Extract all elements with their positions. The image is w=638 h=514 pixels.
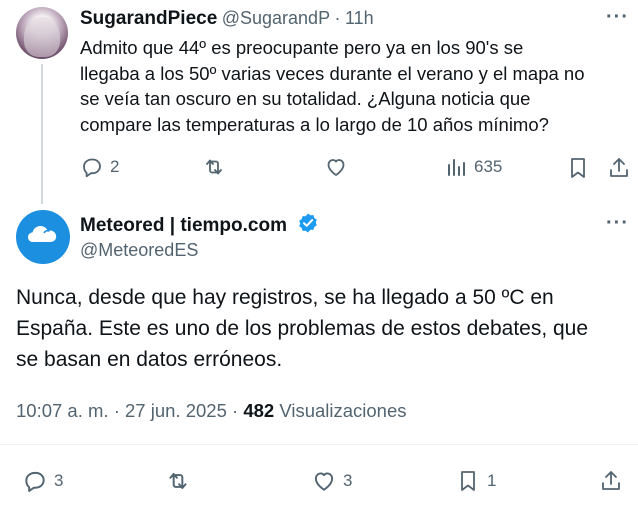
comment-icon (22, 468, 48, 494)
main-author-name[interactable]: Meteored | tiempo.com (80, 215, 287, 236)
reply-author-handle[interactable]: @SugarandP (222, 8, 330, 28)
share-icon (598, 468, 624, 494)
reply-like-button[interactable] (324, 155, 348, 179)
main-reply-count: 3 (54, 471, 64, 490)
reply-separator: · (334, 8, 341, 28)
reply-timestamp[interactable]: 11h (345, 8, 374, 28)
cloud-logo-icon (23, 215, 63, 260)
verified-badge-icon (297, 212, 319, 239)
reply-author-name[interactable]: SugarandPiece (80, 8, 217, 29)
main-retweet-button[interactable] (165, 468, 191, 494)
divider (0, 444, 638, 445)
main-text-line: Nunca, desde que hay registros, se ha ll… (16, 286, 554, 309)
avatar-sugarandpiece[interactable] (16, 7, 68, 59)
reply-count: 2 (110, 157, 120, 176)
reply-text-line: se veía tan oscuro en su totalidad. ¿Alg… (80, 88, 531, 109)
reply-share-button[interactable] (607, 155, 631, 181)
main-text-line: se basan en datos erróneos. (16, 348, 283, 371)
bookmark-icon (455, 468, 481, 494)
reply-retweet-button[interactable] (202, 155, 226, 179)
bookmark-icon (566, 155, 590, 181)
main-header: Meteored | tiempo.com (80, 212, 319, 239)
main-reply-button[interactable]: 3 (22, 468, 63, 494)
main-more-icon[interactable]: ··· (606, 212, 629, 235)
reply-text-line: llegaba a los 50º varias veces durante e… (80, 62, 585, 84)
retweet-icon (202, 155, 226, 179)
meta-separator: · (232, 400, 239, 421)
share-icon (607, 155, 631, 181)
main-meta: 10:07 a. m. · 27 jun. 2025 · 482 Visuali… (16, 400, 407, 422)
main-bookmark-count: 1 (487, 471, 497, 490)
meta-separator: · (113, 400, 120, 421)
main-share-button[interactable] (598, 468, 624, 494)
reply-more-icon[interactable]: ··· (606, 6, 629, 29)
heart-icon (324, 155, 348, 179)
main-author-handle[interactable]: @MeteoredES (80, 240, 198, 261)
reply-views-count: 635 (474, 157, 503, 176)
main-text-line: España. Este es uno de los problemas de … (16, 317, 589, 340)
reply-views-button[interactable]: 635 (446, 155, 502, 179)
main-date[interactable]: 27 jun. 2025 (125, 400, 227, 421)
reply-bookmark-button[interactable] (566, 155, 590, 181)
main-time[interactable]: 10:07 a. m. (16, 400, 109, 421)
reply-text-line: compare las temperaturas a lo largo de 1… (80, 113, 549, 135)
avatar-meteored[interactable] (16, 210, 70, 264)
comment-icon (80, 155, 104, 179)
views-chart-icon (446, 155, 468, 179)
main-views-count: 482 (243, 400, 275, 421)
heart-icon (311, 468, 337, 494)
main-text: Nunca, desde que hay registros, se ha ll… (16, 282, 626, 375)
main-bookmark-button[interactable]: 1 (455, 468, 496, 494)
main-views-label[interactable]: Visualizaciones (279, 400, 406, 421)
thread-line (41, 64, 43, 204)
reply-text: Admito que 44º es preocupante pero ya en… (80, 35, 625, 137)
reply-header: SugarandPiece @SugarandP · 11h (80, 8, 374, 30)
reply-text-line: Admito que 44º es preocupante pero ya en… (80, 37, 524, 58)
reply-reply-button[interactable]: 2 (80, 155, 119, 179)
retweet-icon (165, 468, 191, 494)
main-like-count: 3 (343, 471, 353, 490)
main-like-button[interactable]: 3 (311, 468, 352, 494)
